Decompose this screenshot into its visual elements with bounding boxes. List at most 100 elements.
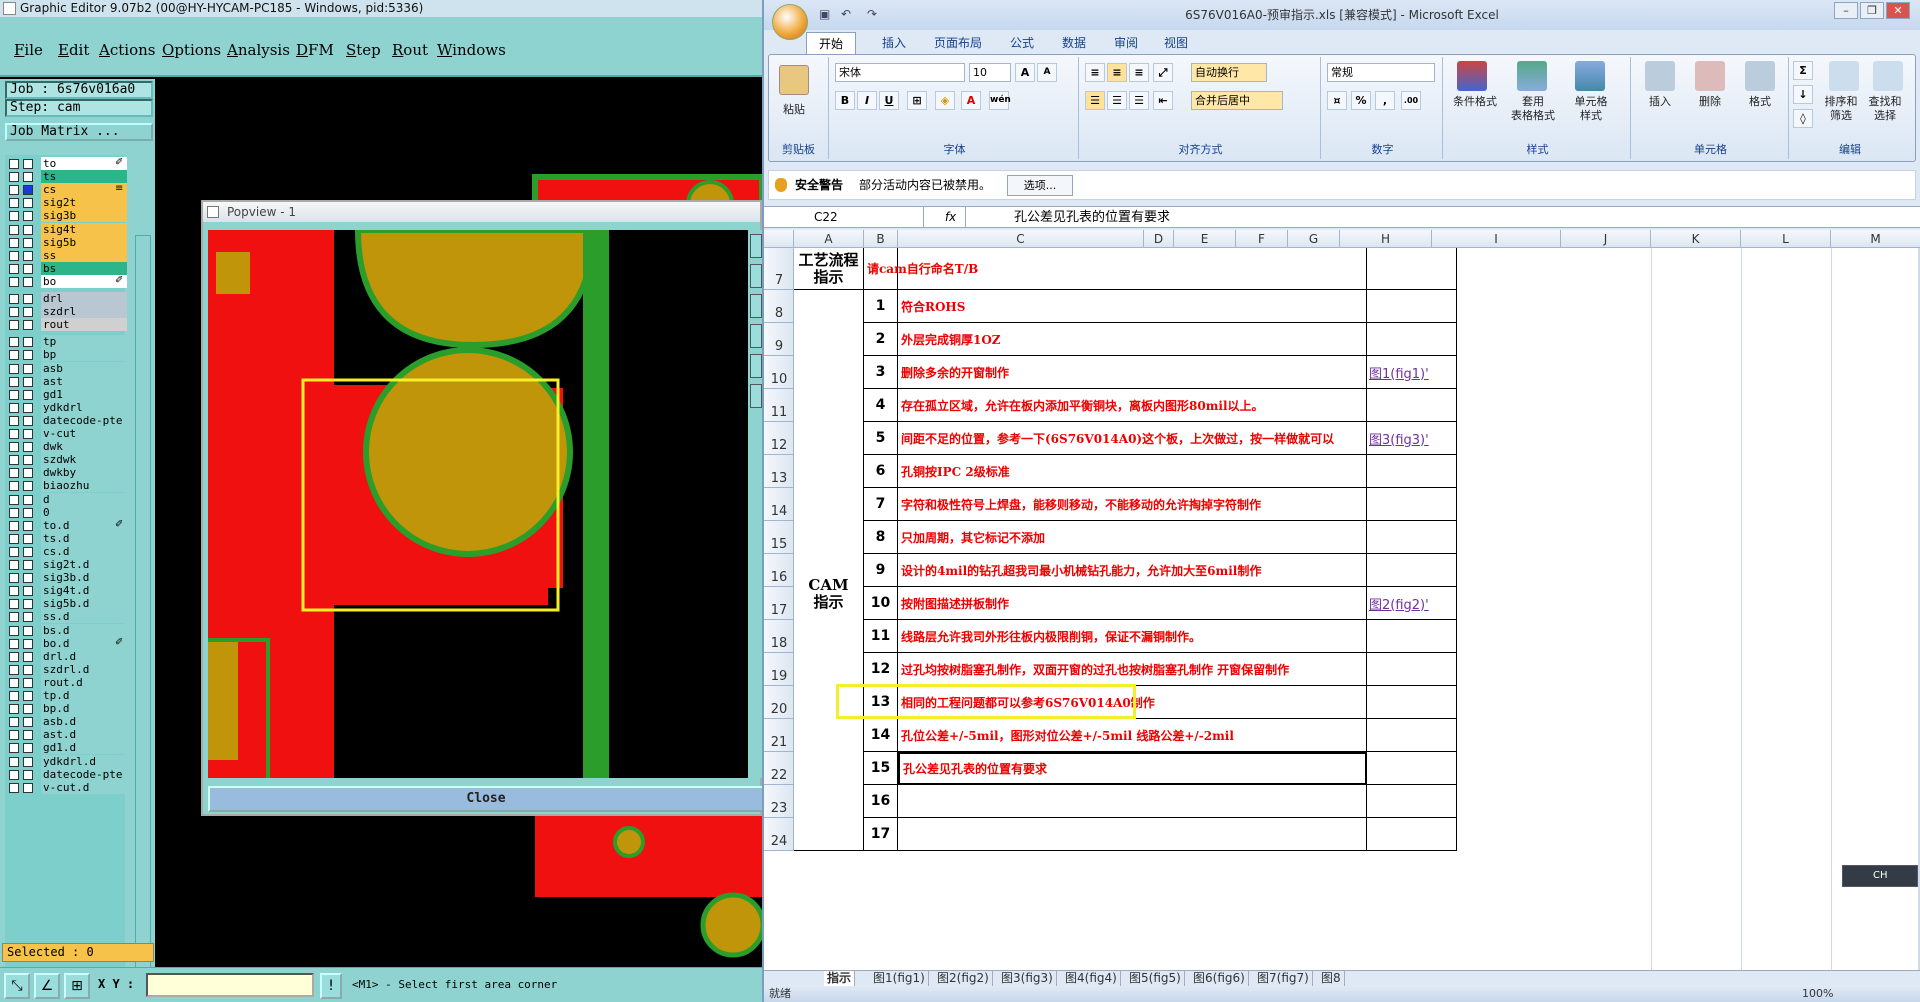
job-matrix-button[interactable]: Job Matrix ... [5,123,153,141]
layer-row[interactable]: ydkdrl.d [5,754,127,769]
grow-font-button[interactable]: A [1015,63,1035,82]
layer-name[interactable]: v-cut [41,427,127,440]
cell-link[interactable] [1367,521,1457,554]
layer-name[interactable]: cs.d [41,544,127,558]
cell-link[interactable] [1367,686,1457,719]
redo-icon[interactable]: ↷ [867,7,887,21]
paste-button[interactable]: 粘贴 [783,103,805,117]
layer-checkbox[interactable] [9,625,19,636]
row-header[interactable]: 9 [764,323,794,356]
row-header[interactable]: 14 [764,488,794,521]
cell-number[interactable]: 8 [864,521,898,554]
cell-number[interactable]: 16 [864,785,898,818]
cell-instruction[interactable]: 符合ROHS [898,290,1367,323]
layer-checkbox[interactable] [9,468,19,479]
decimal-icon[interactable]: .00 [1401,91,1421,110]
sheet-tab[interactable]: 图3(fig3) [998,971,1057,987]
cell-link[interactable] [1367,455,1457,488]
layer-row[interactable]: to.d ✐ [5,518,127,533]
layer-checkbox[interactable] [9,730,19,741]
layer-name[interactable]: ydkdrl [41,400,127,414]
cell-link[interactable] [1367,554,1457,587]
layer-row[interactable]: to ✐ [5,157,127,171]
cell-number[interactable]: 1 [864,290,898,323]
layer-color-swatch[interactable] [23,363,33,374]
row-header[interactable]: 8 [764,290,794,323]
sheet-tab[interactable]: 指示 [824,971,856,987]
underline-button[interactable]: U [879,91,899,110]
layer-checkbox[interactable] [9,250,19,261]
layer-checkbox[interactable] [9,159,19,169]
align-top-icon[interactable]: ≡ [1085,63,1105,82]
layer-name[interactable]: szdrl [41,305,127,319]
layer-color-swatch[interactable] [23,586,33,597]
delete-cells-button[interactable]: 删除 [1689,95,1731,109]
layer-checkbox[interactable] [9,376,19,387]
layer-row[interactable]: tp.d [5,689,127,703]
cell-number[interactable]: 2 [864,323,898,356]
sheet-tab[interactable]: 图8 [1318,971,1345,987]
layer-name[interactable]: ast [41,374,127,388]
orientation-icon[interactable]: ⤢ [1153,63,1173,82]
column-header[interactable]: A [794,230,864,248]
layer-checkbox[interactable] [9,494,19,505]
layer-name[interactable]: bp.d [41,702,127,716]
layer-checkbox[interactable] [9,664,19,675]
row-header[interactable]: 22 [764,752,794,785]
zoom-area-icon[interactable]: ⤡ [4,973,30,999]
layer-color-swatch[interactable] [23,402,33,413]
tab-review[interactable]: 审阅 [1114,34,1138,51]
layer-checkbox[interactable] [9,363,19,374]
layer-color-swatch[interactable] [23,481,33,492]
layer-color-swatch[interactable] [23,651,33,662]
layer-name[interactable]: rout [41,318,127,332]
zoom-level[interactable]: 100% [1802,986,1833,1002]
layer-checkbox[interactable] [9,651,19,662]
cell-number[interactable]: 4 [864,389,898,422]
cell-number[interactable]: 3 [864,356,898,389]
layer-checkbox[interactable] [9,350,19,361]
layer-name[interactable]: bp [41,348,127,362]
sheet-tab[interactable]: 图7(fig7) [1254,971,1313,987]
layer-row[interactable]: biaozhu [5,479,127,493]
layer-color-swatch[interactable] [23,455,33,466]
cell-link[interactable] [1367,719,1457,752]
tab-page-layout[interactable]: 页面布局 [934,34,982,51]
tab-data[interactable]: 数据 [1062,34,1086,51]
row-header[interactable]: 17 [764,587,794,620]
layer-checkbox[interactable] [9,415,19,426]
layer-name[interactable]: v-cut.d [41,780,127,794]
layer-color-swatch[interactable] [23,415,33,426]
cell-number[interactable]: 9 [864,554,898,587]
layer-checkbox[interactable] [9,237,19,248]
menu-windows[interactable]: Windows [437,41,506,59]
column-header[interactable]: K [1651,230,1741,248]
layer-name[interactable]: sig4t [41,222,127,236]
layer-checkbox[interactable] [9,677,19,688]
layer-color-swatch[interactable] [23,573,33,584]
layer-checkbox[interactable] [9,769,19,780]
menu-step[interactable]: Step [346,41,381,59]
format-cells-icon[interactable] [1745,61,1775,91]
layer-row[interactable]: bs.d [5,623,127,638]
cell-link[interactable] [1367,785,1457,818]
layer-row[interactable]: sig3b [5,209,127,223]
clear-icon[interactable]: ◊ [1793,109,1813,128]
insert-cells-icon[interactable] [1645,61,1675,91]
align-left-icon[interactable]: ☰ [1085,91,1105,110]
cell-link[interactable] [1367,248,1457,290]
cell-link[interactable] [1367,818,1457,851]
find-select-icon[interactable] [1873,61,1903,91]
layer-checkbox[interactable] [9,211,19,222]
ime-indicator[interactable]: CH [1842,865,1918,887]
layer-checkbox[interactable] [9,402,19,413]
close-button[interactable]: Close [208,786,762,812]
layer-checkbox[interactable] [9,638,19,649]
layer-checkbox[interactable] [9,704,19,715]
column-header[interactable]: M [1831,230,1920,248]
fx-icon[interactable]: fx [936,207,966,228]
conditional-format-icon[interactable] [1457,61,1487,91]
layer-scrollbar[interactable] [135,235,151,1002]
cell-instruction[interactable] [898,785,1367,818]
find-select-button[interactable]: 查找和 选择 [1863,95,1907,123]
